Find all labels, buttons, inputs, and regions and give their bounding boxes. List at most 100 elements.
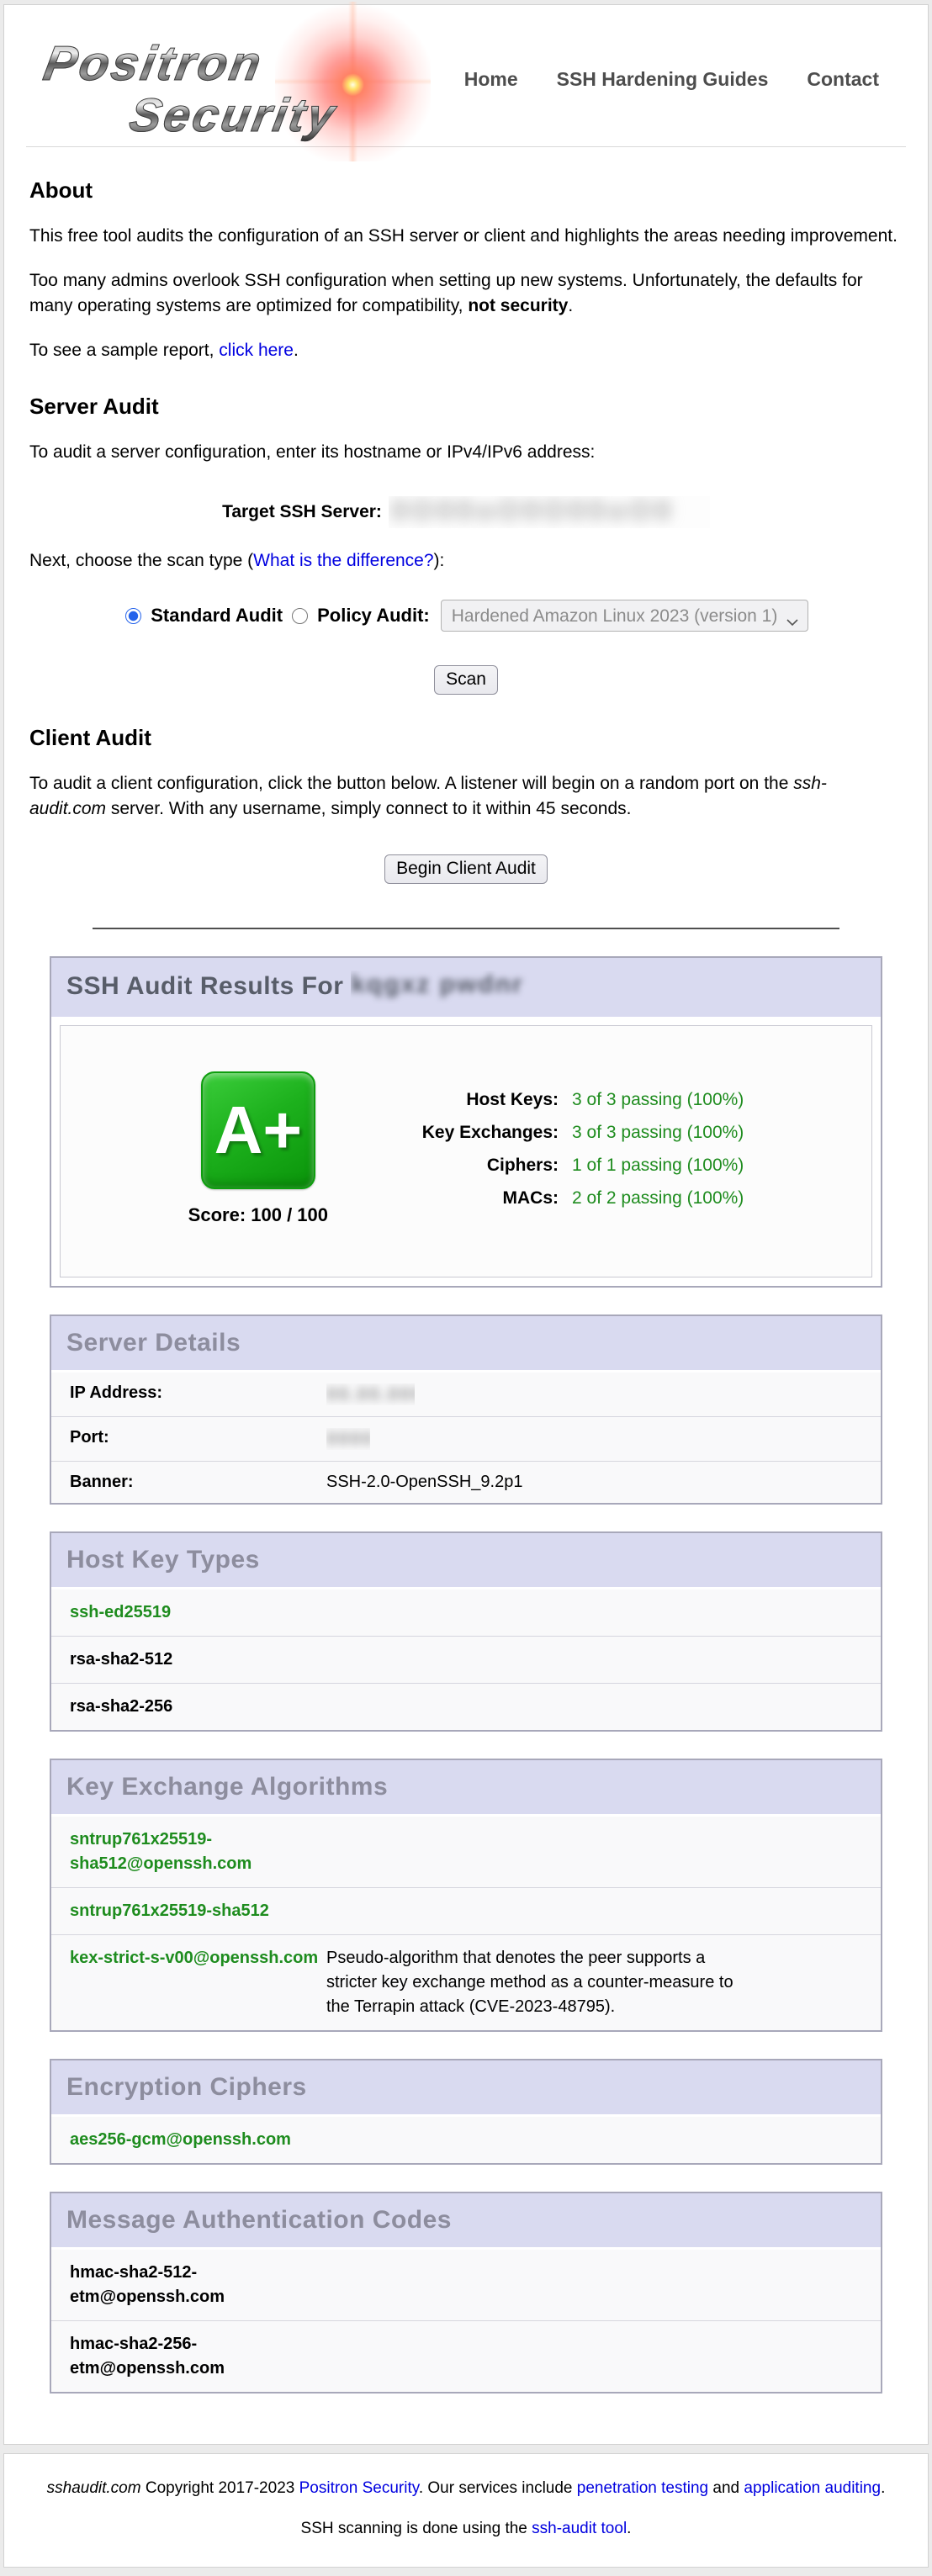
- host-keys-value: 3 of 3 passing (100%): [572, 1090, 744, 1110]
- footer-and-text: and: [708, 2479, 744, 2497]
- server-details-header: Server Details: [51, 1316, 881, 1370]
- encryption-ciphers-header: Encryption Ciphers: [51, 2060, 881, 2114]
- target-server-redacted-value: 0O00oO0O00oO0: [392, 496, 675, 526]
- footer-site-name: sshaudit.com: [47, 2479, 141, 2497]
- footer-line2-period: .: [627, 2520, 631, 2537]
- kex-algorithm-name: sntrup761x25519-sha512@openssh.com: [70, 1828, 326, 1876]
- footer-line-1: sshaudit.com Copyright 2017-2023 Positro…: [21, 2479, 911, 2498]
- logo-text-line2: Security: [125, 87, 341, 142]
- scan-type-row: Standard Audit Policy Audit: Hardened Am…: [26, 600, 906, 632]
- standard-audit-radio[interactable]: [125, 608, 141, 624]
- cipher-name: aes256-gcm@openssh.com: [70, 2128, 326, 2152]
- stats-row-ciphers: Ciphers: 1 of 1 passing (100%): [400, 1156, 744, 1176]
- ssh-audit-tool-link[interactable]: ssh-audit tool: [532, 2520, 627, 2537]
- list-item: rsa-sha2-256: [51, 1683, 881, 1730]
- host-key-name: rsa-sha2-256: [70, 1695, 326, 1719]
- host-key-name: rsa-sha2-512: [70, 1648, 326, 1672]
- ssh-audit-results-panel: SSH Audit Results For kqgxz pwdnr A+ Sco…: [50, 956, 882, 1288]
- key-exchange-body: sntrup761x25519-sha512@openssh.com sntru…: [51, 1814, 881, 2030]
- scan-type-difference-link[interactable]: What is the difference?: [253, 551, 433, 570]
- table-row: Banner: SSH-2.0-OpenSSH_9.2p1: [51, 1461, 881, 1503]
- policy-select-wrap: Hardened Amazon Linux 2023 (version 1): [441, 600, 808, 632]
- server-details-body: IP Address: 00.00.000.00 Port: 0000 Bann…: [51, 1370, 881, 1503]
- key-exchange-panel: Key Exchange Algorithms sntrup761x25519-…: [50, 1759, 882, 2032]
- results-inner-box: A+ Score: 100 / 100 Host Keys: 3 of 3 pa…: [60, 1025, 872, 1277]
- host-key-name: ssh-ed25519: [70, 1600, 326, 1625]
- begin-client-audit-button[interactable]: Begin Client Audit: [384, 854, 548, 884]
- policy-select[interactable]: Hardened Amazon Linux 2023 (version 1): [441, 600, 808, 632]
- ip-address-redacted-value: 00.00.000.00: [326, 1383, 415, 1405]
- stats-row-host-keys: Host Keys: 3 of 3 passing (100%): [400, 1090, 744, 1110]
- host-key-types-header: Host Key Types: [51, 1533, 881, 1587]
- list-item: kex-strict-s-v00@openssh.com Pseudo-algo…: [51, 1934, 881, 2030]
- grade-letter: A+: [214, 1092, 303, 1169]
- host-key-types-body: ssh-ed25519 rsa-sha2-512 rsa-sha2-256: [51, 1587, 881, 1730]
- list-item: sntrup761x25519-sha512: [51, 1887, 881, 1934]
- port-label: Port:: [70, 1428, 326, 1447]
- stats-row-key-exchanges: Key Exchanges: 3 of 3 passing (100%): [400, 1123, 744, 1143]
- key-exchanges-value: 3 of 3 passing (100%): [572, 1123, 744, 1143]
- footer: sshaudit.com Copyright 2017-2023 Positro…: [3, 2453, 929, 2568]
- banner-value: SSH-2.0-OpenSSH_9.2p1: [326, 1473, 522, 1492]
- scan-type-prefix: Next, choose the scan type (: [29, 551, 253, 570]
- target-server-input[interactable]: 0O00oO0O00oO0: [389, 496, 710, 528]
- nav-ssh-hardening-guides[interactable]: SSH Hardening Guides: [557, 68, 769, 91]
- grade-column: A+ Score: 100 / 100: [188, 1071, 328, 1226]
- stats-row-macs: MACs: 2 of 2 passing (100%): [400, 1188, 744, 1209]
- nav-contact[interactable]: Contact: [807, 68, 879, 91]
- footer-period: .: [881, 2479, 885, 2497]
- main-content-card: Positron Security Home SSH Hardening Gui…: [3, 4, 929, 2445]
- macs-body: hmac-sha2-512-etm@openssh.com hmac-sha2-…: [51, 2247, 881, 2392]
- standard-audit-label: Standard Audit: [151, 605, 283, 627]
- policy-audit-label: Policy Audit:: [317, 605, 430, 627]
- target-server-row: Target SSH Server: 0O00oO0O00oO0: [26, 496, 906, 528]
- ciphers-label: Ciphers:: [400, 1156, 572, 1176]
- list-item: hmac-sha2-512-etm@openssh.com: [51, 2250, 881, 2320]
- key-exchange-header: Key Exchange Algorithms: [51, 1760, 881, 1814]
- policy-audit-radio[interactable]: [292, 608, 308, 624]
- results-panel-header: SSH Audit Results For kqgxz pwdnr: [51, 958, 881, 1017]
- client-audit-text-1: To audit a client configuration, click t…: [29, 774, 793, 793]
- nav-home[interactable]: Home: [464, 68, 518, 91]
- about-paragraph-2: Too many admins overlook SSH configurati…: [29, 268, 903, 318]
- list-item: sntrup761x25519-sha512@openssh.com: [51, 1817, 881, 1887]
- results-divider: [93, 928, 839, 929]
- server-details-panel: Server Details IP Address: 00.00.000.00 …: [50, 1314, 882, 1505]
- banner-label: Banner:: [70, 1473, 326, 1492]
- host-keys-label: Host Keys:: [400, 1090, 572, 1110]
- list-item: aes256-gcm@openssh.com: [51, 2117, 881, 2163]
- grade-badge: A+: [201, 1071, 315, 1189]
- begin-client-audit-row: Begin Client Audit: [26, 854, 906, 884]
- about-title: About: [29, 177, 903, 204]
- table-row: IP Address: 00.00.000.00: [51, 1373, 881, 1416]
- list-item: hmac-sha2-256-etm@openssh.com: [51, 2320, 881, 2392]
- positron-security-logo[interactable]: Positron Security: [29, 24, 450, 135]
- client-audit-text-2: server. With any username, simply connec…: [106, 799, 631, 818]
- footer-scanning-text: SSH scanning is done using the: [301, 2520, 532, 2537]
- penetration-testing-link[interactable]: penetration testing: [577, 2479, 708, 2497]
- table-row: Port: 0000: [51, 1416, 881, 1461]
- footer-line-2: SSH scanning is done using the ssh-audit…: [21, 2520, 911, 2538]
- encryption-ciphers-body: aes256-gcm@openssh.com: [51, 2114, 881, 2163]
- application-auditing-link[interactable]: application auditing: [744, 2479, 881, 2497]
- scan-type-line: Next, choose the scan type (What is the …: [29, 548, 903, 573]
- client-audit-title: Client Audit: [29, 725, 903, 751]
- scan-type-suffix: ):: [434, 551, 445, 570]
- port-redacted-value: 0000: [326, 1428, 370, 1450]
- sample-report-link[interactable]: click here: [219, 341, 294, 360]
- list-item: rsa-sha2-512: [51, 1636, 881, 1683]
- sample-report-text: To see a sample report,: [29, 341, 219, 360]
- key-exchanges-label: Key Exchanges:: [400, 1123, 572, 1143]
- main-nav: Home SSH Hardening Guides Contact: [464, 68, 903, 91]
- scan-button[interactable]: Scan: [434, 665, 498, 695]
- ciphers-value: 1 of 1 passing (100%): [572, 1156, 744, 1176]
- host-key-types-panel: Host Key Types ssh-ed25519 rsa-sha2-512 …: [50, 1531, 882, 1732]
- macs-value: 2 of 2 passing (100%): [572, 1188, 744, 1209]
- ip-address-label: IP Address:: [70, 1383, 326, 1403]
- footer-copyright-text: Copyright 2017-2023: [141, 2479, 299, 2497]
- macs-label: MACs:: [400, 1188, 572, 1209]
- about-paragraph-1: This free tool audits the configuration …: [29, 224, 903, 248]
- results-stats: Host Keys: 3 of 3 passing (100%) Key Exc…: [400, 1077, 744, 1221]
- target-server-label: Target SSH Server:: [222, 502, 382, 522]
- positron-security-link[interactable]: Positron Security: [299, 2479, 419, 2497]
